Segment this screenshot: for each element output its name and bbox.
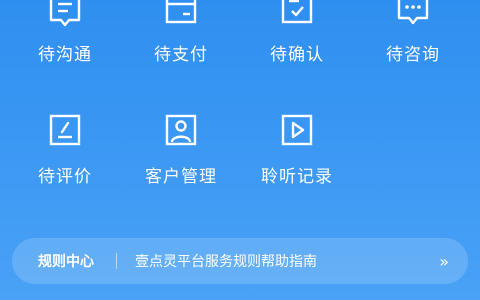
double-chevron-right-icon: ››	[439, 251, 449, 271]
rules-center-banner[interactable]: 规则中心 壹点灵平台服务规则帮助指南 ››	[12, 238, 468, 284]
grid-item-pending-payment[interactable]: 待支付	[126, 0, 236, 65]
grid-item-label: 聆听记录	[261, 167, 333, 187]
check-document-icon	[281, 0, 313, 24]
grid-item-label: 待咨询	[386, 45, 440, 65]
grid-item-label: 待支付	[154, 45, 208, 65]
grid-item-listening-records[interactable]: 聆听记录	[242, 110, 352, 187]
grid-item-customer-management[interactable]: 客户管理	[126, 110, 236, 187]
grid-item-label: 待确认	[270, 45, 324, 65]
user-icon	[165, 114, 197, 146]
grid-item-label: 客户管理	[145, 167, 217, 187]
service-grid: 待沟通 待支付 待确认 待咨询 待评价 客户管理 聆听记录	[0, 0, 480, 230]
grid-item-pending-communication[interactable]: 待沟通	[10, 0, 120, 65]
grid-item-label: 待评价	[38, 167, 92, 187]
grid-item-pending-review[interactable]: 待评价	[10, 110, 120, 187]
play-icon	[281, 114, 313, 146]
rules-center-description: 壹点灵平台服务规则帮助指南	[135, 254, 317, 270]
chat-document-icon	[49, 0, 81, 27]
grid-item-label: 待沟通	[38, 45, 92, 65]
card-icon	[165, 0, 197, 24]
divider	[116, 253, 117, 269]
grid-item-pending-confirmation[interactable]: 待确认	[242, 0, 352, 65]
chat-bubble-icon	[397, 0, 429, 25]
rules-center-title: 规则中心	[38, 254, 94, 270]
grid-item-pending-consultation[interactable]: 待咨询	[358, 0, 468, 65]
edit-icon	[49, 114, 81, 146]
